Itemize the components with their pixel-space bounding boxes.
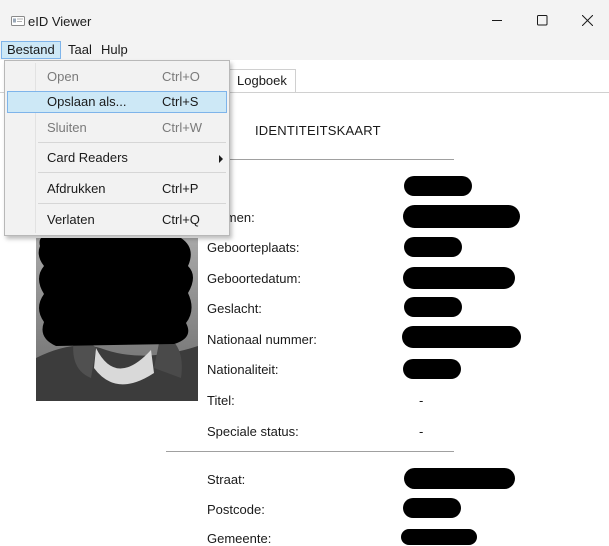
close-icon bbox=[581, 14, 593, 26]
redacted-value bbox=[401, 529, 477, 545]
field-label-straat: Straat: bbox=[207, 472, 246, 487]
redacted-value bbox=[403, 267, 515, 289]
field-label-speciale-status: Speciale status: bbox=[207, 424, 299, 439]
redacted-value bbox=[404, 176, 472, 196]
maximize-icon bbox=[536, 14, 547, 25]
menu-bestand[interactable]: Bestand bbox=[1, 41, 61, 59]
menu-item-label: Open bbox=[47, 69, 79, 84]
window-title: eID Viewer bbox=[28, 14, 92, 29]
menu-item-card-readers[interactable]: Card Readers bbox=[7, 147, 227, 169]
redacted-value bbox=[404, 297, 462, 317]
menu-item-label: Opslaan als... bbox=[47, 94, 127, 109]
id-photo bbox=[36, 238, 198, 401]
menu-item-shortcut: Ctrl+O bbox=[162, 69, 200, 84]
submenu-arrow-icon bbox=[219, 155, 223, 163]
minimize-button[interactable] bbox=[474, 0, 520, 40]
field-value-speciale-status: - bbox=[419, 424, 424, 439]
redacted-value bbox=[403, 498, 461, 518]
field-label-nationaal-nummer: Nationaal nummer: bbox=[207, 332, 317, 347]
menu-taal[interactable]: Taal bbox=[63, 41, 97, 59]
menu-item-open[interactable]: Open Ctrl+O bbox=[7, 66, 227, 88]
eid-card-icon bbox=[11, 16, 25, 26]
field-label-postcode: Postcode: bbox=[207, 502, 265, 517]
redacted-value bbox=[402, 326, 521, 348]
menu-item-shortcut: Ctrl+Q bbox=[162, 212, 200, 227]
card-title: IDENTITEITSKAART bbox=[255, 123, 381, 138]
menu-item-label: Card Readers bbox=[47, 150, 128, 165]
redacted-value bbox=[404, 468, 515, 489]
field-value-titel: - bbox=[419, 393, 424, 408]
menu-item-label: Sluiten bbox=[47, 120, 87, 135]
redacted-value bbox=[403, 359, 461, 379]
redacted-value bbox=[404, 237, 462, 257]
file-menu-dropdown: Open Ctrl+O Opslaan als... Ctrl+S Sluite… bbox=[4, 60, 230, 236]
menu-item-label: Verlaten bbox=[47, 212, 95, 227]
field-label-geboortedatum: Geboortedatum: bbox=[207, 271, 301, 286]
menu-item-verlaten[interactable]: Verlaten Ctrl+Q bbox=[7, 209, 227, 231]
tab-logboek[interactable]: Logboek bbox=[228, 69, 296, 93]
menu-item-shortcut: Ctrl+W bbox=[162, 120, 203, 135]
redacted-value bbox=[403, 205, 520, 228]
menu-item-opslaan-als[interactable]: Opslaan als... Ctrl+S bbox=[7, 91, 227, 113]
menu-separator bbox=[38, 203, 226, 204]
menu-item-shortcut: Ctrl+S bbox=[162, 94, 199, 109]
menu-item-afdrukken[interactable]: Afdrukken Ctrl+P bbox=[7, 178, 227, 200]
field-label-nationaliteit: Nationaliteit: bbox=[207, 362, 279, 377]
divider-address bbox=[166, 451, 454, 452]
field-label-geslacht: Geslacht: bbox=[207, 301, 262, 316]
menu-hulp[interactable]: Hulp bbox=[96, 41, 133, 59]
divider-top bbox=[226, 159, 454, 160]
menu-separator bbox=[38, 172, 226, 173]
menu-item-shortcut: Ctrl+P bbox=[162, 181, 199, 196]
title-bar: eID Viewer bbox=[0, 0, 609, 40]
field-label-titel: Titel: bbox=[207, 393, 235, 408]
field-label-gemeente: Gemeente: bbox=[207, 531, 272, 546]
field-label-geboorteplaats: Geboorteplaats: bbox=[207, 240, 300, 255]
menu-item-label: Afdrukken bbox=[47, 181, 106, 196]
maximize-button[interactable] bbox=[519, 0, 565, 40]
menu-item-sluiten[interactable]: Sluiten Ctrl+W bbox=[7, 117, 227, 139]
menu-bar: Bestand Taal Hulp bbox=[0, 40, 609, 60]
menu-separator bbox=[38, 142, 226, 143]
close-button[interactable] bbox=[564, 0, 609, 40]
minimize-icon bbox=[491, 19, 502, 21]
